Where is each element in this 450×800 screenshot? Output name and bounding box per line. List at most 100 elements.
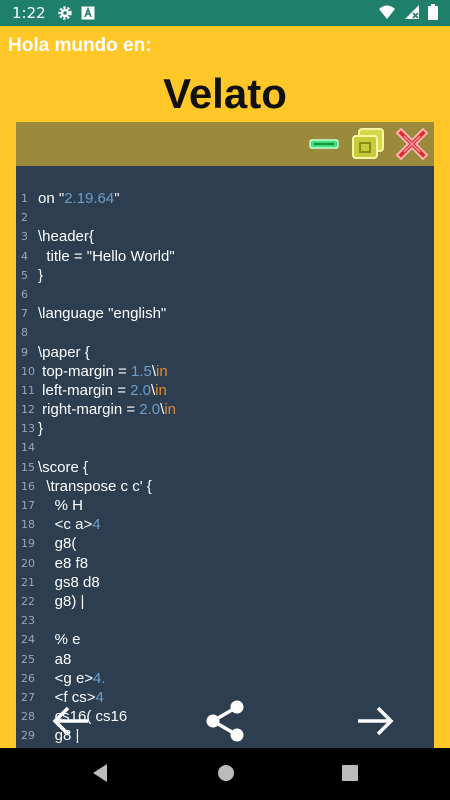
line-number: 12 [21,403,35,417]
code-line: 14 [16,438,434,457]
code-text: \language "english" [38,305,167,323]
language-title: Velato [163,70,287,117]
code-line: 11 left-margin = 2.0\in [16,381,434,400]
back-arrow-button[interactable] [50,703,92,744]
code-text: <g e>4. [38,669,106,687]
code-text: title = "Hello World" [38,247,175,265]
battery-icon [428,4,438,25]
nav-back-icon [93,764,107,782]
code-line: 18 <c a>4 [16,515,434,534]
code-line: 8 [16,323,434,342]
minimize-button[interactable] [308,128,340,160]
line-number: 11 [21,383,35,397]
line-number: 7 [21,307,28,321]
wifi-icon [378,4,396,25]
system-nav-bar [0,748,450,800]
nav-recents-icon [342,765,358,781]
code-line: 24 % e [16,630,434,649]
code-line: 2 [16,208,434,227]
code-text: gs8 d8 [38,573,100,591]
copy-button[interactable] [350,128,386,160]
line-number: 2 [21,211,28,225]
code-line: 22 g8) | [16,592,434,611]
line-number: 15 [21,460,35,474]
nav-home-button[interactable] [215,762,237,789]
code-line: 20 e8 f8 [16,554,434,573]
code-text: top-margin = 1.5\in [38,362,168,380]
code-line: 10 top-margin = 1.5\in [16,362,434,381]
code-line: 26 <g e>4. [16,669,434,688]
hello-world-label: Hola mundo en: [8,35,152,56]
code-line: 17 % H [16,496,434,515]
line-number: 4 [21,249,28,263]
bottom-action-bar [0,690,450,750]
line-number: 23 [21,614,35,628]
line-number: 14 [21,441,35,455]
a-box-icon [81,6,95,25]
code-text: } [38,266,44,284]
line-number: 13 [21,422,35,436]
line-number: 17 [21,499,35,512]
line-number: 10 [21,364,35,378]
code-line: 1 on "2.19.64" [16,189,434,208]
nav-recents-button[interactable] [340,762,360,789]
code-text: \transpose c c' { [38,477,152,495]
arrow-left-icon [52,706,88,736]
close-icon [395,127,429,161]
line-number: 19 [21,537,35,551]
code-text: left-margin = 2.0\in [38,381,167,399]
code-text: <c a>4 [38,516,101,534]
line-number: 24 [21,633,35,647]
code-text: \header{ [38,228,94,246]
line-number: 5 [21,268,28,282]
nav-back-button[interactable] [90,762,110,789]
code-text: g8( [38,535,77,553]
line-number: 16 [21,479,35,493]
code-line: 13} [16,419,434,438]
nav-home-icon [218,765,234,781]
minimize-icon [309,139,339,149]
code-line: 15 \score { [16,458,434,477]
line-number: 3 [21,230,28,244]
code-line: 16 \transpose c c' { [16,477,434,496]
code-text: \paper { [38,343,90,361]
code-text: % H [38,497,84,514]
close-button[interactable] [394,127,430,161]
copy-icon [352,128,384,159]
share-icon [206,700,244,742]
code-line: 5} [16,266,434,285]
code-line: 19 g8( [16,534,434,553]
code-text: \score { [38,458,89,476]
code-toolbar [16,122,434,166]
code-lines: 1 on "2.19.64" 2 3 \header{4 title = "Hello … [16,189,434,745]
arrow-right-icon [358,706,394,736]
code-editor[interactable]: 1 on "2.19.64" 2 3 \header{4 title = "Hello … [16,166,434,748]
line-number: 22 [21,594,35,608]
code-text: e8 f8 [38,554,89,572]
code-line: 7 \language "english" [16,304,434,323]
forward-arrow-button[interactable] [354,703,396,744]
share-button[interactable] [203,699,247,748]
status-time: 1:22 [12,4,46,22]
code-line: 4 title = "Hello World" [16,247,434,266]
code-text: on "2.19.64" [38,190,120,207]
code-line: 3 \header{ [16,227,434,246]
line-number: 1 [21,192,28,205]
status-bar: 1:22 [0,0,450,26]
line-number: 26 [21,671,35,685]
code-line: 21 gs8 d8 [16,573,434,592]
code-line: 6 [16,285,434,304]
code-text: a8 [38,650,72,668]
line-number: 21 [21,575,35,589]
no-sim-icon [404,4,420,25]
code-text: right-margin = 2.0\in [38,401,177,419]
line-number: 25 [21,652,35,666]
line-number: 8 [21,326,28,340]
line-number: 18 [21,518,35,532]
code-line: 25 a8 [16,650,434,669]
line-number: 20 [21,556,35,570]
code-text: g8) | [38,592,85,610]
line-number: 6 [21,287,28,301]
code-line: 12 right-margin = 2.0\in [16,400,434,419]
code-text: % e [38,631,81,649]
